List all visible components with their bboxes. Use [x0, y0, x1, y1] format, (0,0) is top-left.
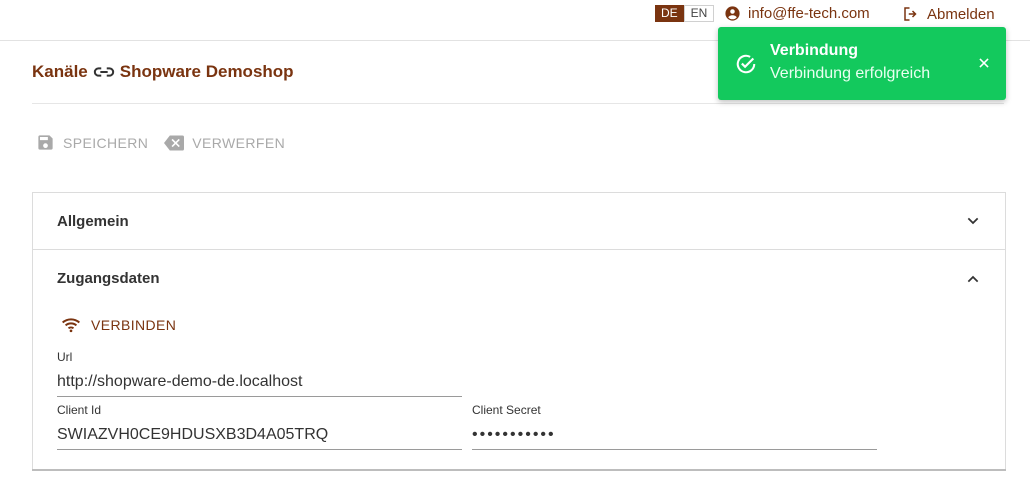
url-input[interactable]: http://shopware-demo-de.localhost	[57, 370, 462, 394]
toast-message: Verbindung erfolgreich	[770, 65, 931, 82]
logout-button[interactable]: Abmelden	[902, 5, 995, 23]
discard-button[interactable]: VERWERFEN	[164, 134, 285, 152]
client-secret-input[interactable]: •••••••••••	[472, 423, 877, 447]
url-underline	[57, 396, 462, 397]
client-secret-underline	[472, 449, 877, 450]
breadcrumb: Kanäle Shopware Demoshop	[32, 62, 294, 82]
client-id-underline	[57, 449, 462, 450]
user-account-link[interactable]: info@ffe-tech.com	[724, 5, 870, 22]
language-switcher: DE EN	[655, 5, 715, 22]
breadcrumb-divider	[32, 103, 1004, 104]
client-id-input[interactable]: SWIAZVH0CE9HDUSXB3D4A05TRQ	[57, 423, 462, 447]
settings-panel: Allgemein Zugangsdaten VERBINDEN Url htt…	[32, 192, 1006, 470]
success-toast: Verbindung Verbindung erfolgreich	[718, 27, 1006, 100]
lang-de-button[interactable]: DE	[655, 5, 684, 22]
section-access-title: Zugangsdaten	[57, 270, 160, 287]
save-button[interactable]: SPEICHERN	[36, 133, 148, 152]
section-access-header[interactable]: Zugangsdaten	[33, 250, 1005, 307]
breadcrumb-current: Shopware Demoshop	[119, 62, 294, 81]
section-general-title: Allgemein	[57, 212, 129, 230]
logout-icon	[904, 7, 917, 21]
check-circle-icon	[736, 54, 756, 74]
discard-label: VERWERFEN	[192, 134, 286, 151]
toolbar: SPEICHERN VERWERFEN	[36, 133, 301, 152]
client-secret-field[interactable]: Client Secret •••••••••••	[472, 403, 877, 450]
panel-bottom-border	[32, 469, 1006, 471]
connect-button[interactable]: VERBINDEN	[61, 317, 176, 333]
close-icon[interactable]	[977, 56, 991, 70]
url-label: Url	[57, 350, 73, 364]
link-icon	[93, 65, 115, 79]
client-secret-label: Client Secret	[472, 403, 541, 417]
section-general-header[interactable]: Allgemein	[33, 193, 1005, 250]
breadcrumb-parent-link[interactable]: Kanäle	[32, 62, 88, 82]
chevron-down-icon	[967, 217, 979, 225]
chevron-up-icon	[967, 275, 979, 282]
client-id-field[interactable]: Client Id SWIAZVH0CE9HDUSXB3D4A05TRQ	[57, 403, 462, 450]
save-label: SPEICHERN	[63, 134, 149, 151]
lang-en-button[interactable]: EN	[683, 5, 715, 22]
wifi-icon	[62, 318, 80, 333]
save-icon	[38, 135, 53, 150]
connect-label: VERBINDEN	[91, 317, 177, 333]
logout-label: Abmelden	[927, 5, 995, 23]
url-field[interactable]: Url http://shopware-demo-de.localhost	[57, 350, 462, 397]
client-id-label: Client Id	[57, 403, 102, 417]
user-email: info@ffe-tech.com	[748, 5, 870, 22]
backspace-icon	[164, 135, 185, 150]
account-circle-icon	[725, 6, 740, 21]
toast-title: Verbindung	[770, 42, 858, 59]
